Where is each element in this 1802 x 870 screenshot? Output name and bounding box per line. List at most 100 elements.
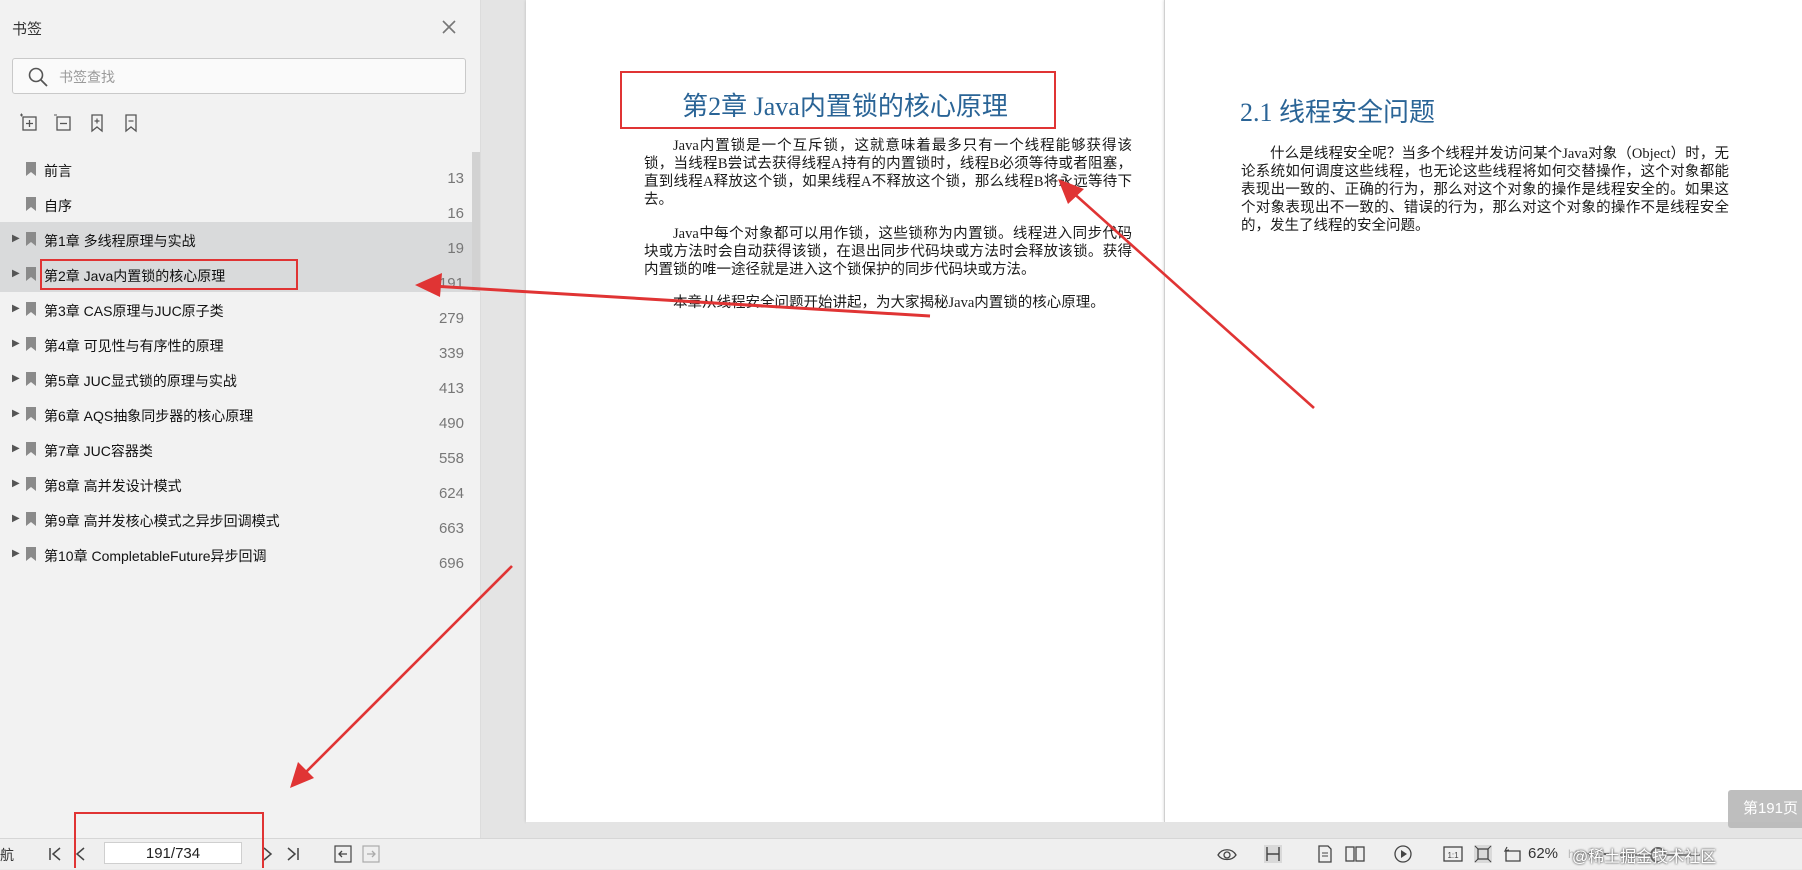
bookmark-item[interactable]: ▶ 第5章 JUC显式锁的原理与实战 413 xyxy=(0,362,472,397)
bookmark-item[interactable]: ▶ 第2章 Java内置锁的核心原理 191 xyxy=(0,257,472,292)
section-paragraph: 什么是线程安全呢？当多个线程并发访问某个Java对象（Object）时，无论系统… xyxy=(1241,146,1729,234)
sidebar-title: 书签 xyxy=(12,21,43,38)
bookmark-flag-icon xyxy=(26,547,36,561)
fit-page-icon xyxy=(1474,845,1492,863)
bookmark-item[interactable]: ▶ 第10章 CompletableFuture异步回调 696 xyxy=(0,537,472,572)
expand-arrow-icon[interactable]: ▶ xyxy=(12,409,20,419)
paragraph-1: Java内置锁是一个互斥锁，这就意味着最多只有一个线程能够获得该锁，当线程B尝试… xyxy=(644,138,1132,208)
expand-arrow-icon[interactable]: ▶ xyxy=(12,269,20,279)
bookmark-item[interactable]: 自序 16 xyxy=(0,187,472,222)
bookmark-page-number: 13 xyxy=(447,170,464,187)
bookmark-item[interactable]: ▶ 第7章 JUC容器类 558 xyxy=(0,432,472,467)
bookmark-flag-icon xyxy=(26,512,36,526)
bookmark-flag-icon xyxy=(26,407,36,421)
chevron-right-icon xyxy=(263,847,273,861)
fit-width-button[interactable] xyxy=(1262,843,1284,865)
close-sidebar-button[interactable] xyxy=(436,14,462,40)
expand-arrow-icon[interactable]: ▶ xyxy=(12,514,20,524)
bookmark-flag-icon xyxy=(26,162,36,176)
bookmark-item[interactable]: ▶ 第3章 CAS原理与JUC原子类 279 xyxy=(0,292,472,327)
chevron-left-icon xyxy=(75,847,85,861)
sidebar-scrollbar[interactable] xyxy=(472,152,480,292)
fit-page-button[interactable] xyxy=(1472,843,1494,865)
bookmark-label: 第1章 多线程原理与实战 xyxy=(44,233,196,249)
bookmark-search-input[interactable] xyxy=(57,65,451,89)
bookmark-item[interactable]: ▶ 第1章 多线程原理与实战 19 xyxy=(0,222,472,257)
bookmark-search[interactable] xyxy=(12,58,466,94)
page-number-badge: 第191页 xyxy=(1728,790,1802,828)
bookmark-item[interactable]: ▶ 第4章 可见性与有序性的原理 339 xyxy=(0,327,472,362)
bookmark-label: 第5章 JUC显式锁的原理与实战 xyxy=(44,373,237,389)
last-page-button[interactable] xyxy=(282,843,304,865)
remove-bookmark-button[interactable] xyxy=(118,110,144,136)
double-page-icon xyxy=(1345,846,1365,862)
chapter-title: 第2章 Java内置锁的核心原理 xyxy=(682,92,1008,121)
expand-all-button[interactable] xyxy=(16,110,42,136)
expand-all-icon xyxy=(20,113,37,131)
collapse-all-icon xyxy=(54,114,71,131)
add-bookmark-icon xyxy=(91,114,103,133)
actual-size-icon: 1:1 xyxy=(1443,846,1463,862)
expand-arrow-icon[interactable]: ▶ xyxy=(12,234,20,244)
bookmark-flag-icon xyxy=(26,337,36,351)
bookmark-page-number: 696 xyxy=(438,555,464,572)
expand-arrow-icon[interactable]: ▶ xyxy=(12,549,20,559)
bookmark-flag-icon xyxy=(26,232,36,246)
bookmark-flag-icon xyxy=(26,267,36,281)
forward-button[interactable] xyxy=(360,843,382,865)
back-button[interactable] xyxy=(332,843,354,865)
bookmark-label: 第2章 Java内置锁的核心原理 xyxy=(44,268,226,284)
watermark: @稀土掘金技术社区 xyxy=(1572,849,1717,866)
collapse-all-button[interactable] xyxy=(50,110,76,136)
bookmark-item[interactable]: ▶ 第6章 AQS抽象同步器的核心原理 490 xyxy=(0,397,472,432)
back-arrow-icon xyxy=(334,845,352,863)
bookmark-page-number: 191 xyxy=(438,275,464,292)
first-page-button[interactable] xyxy=(44,843,66,865)
expand-arrow-icon[interactable]: ▶ xyxy=(12,444,20,454)
bookmark-label: 第4章 可见性与有序性的原理 xyxy=(44,338,224,354)
single-page-button[interactable] xyxy=(1314,843,1336,865)
previous-page-button[interactable] xyxy=(70,843,92,865)
bookmark-page-number: 413 xyxy=(438,380,464,397)
actual-size-button[interactable]: 1:1 xyxy=(1442,843,1464,865)
bookmark-page-number: 558 xyxy=(438,450,464,467)
eye-icon xyxy=(1217,849,1237,861)
navigation-label: 航 xyxy=(0,847,14,863)
bookmark-flag-icon xyxy=(26,372,36,386)
bookmark-page-number: 16 xyxy=(447,205,464,222)
double-page-button[interactable] xyxy=(1344,843,1366,865)
play-button[interactable] xyxy=(1392,843,1414,865)
bookmark-page-number: 663 xyxy=(438,520,464,537)
bookmark-label: 第8章 高并发设计模式 xyxy=(44,478,182,494)
expand-arrow-icon[interactable]: ▶ xyxy=(12,374,20,384)
bookmark-item[interactable]: ▶ 第9章 高并发核心模式之异步回调模式 663 xyxy=(0,502,472,537)
rotate-button[interactable] xyxy=(1502,843,1524,865)
expand-arrow-icon[interactable]: ▶ xyxy=(12,479,20,489)
rotate-icon xyxy=(1503,846,1521,862)
status-bar: 航 1:1 62% h xyxy=(0,838,1802,869)
single-page-icon xyxy=(1318,845,1332,863)
play-icon xyxy=(1394,845,1412,863)
bookmark-page-number: 339 xyxy=(438,345,464,362)
bookmark-item[interactable]: 前言 13 xyxy=(0,152,472,187)
bookmark-page-number: 490 xyxy=(438,415,464,432)
bookmark-label: 第9章 高并发核心模式之异步回调模式 xyxy=(44,513,280,529)
add-bookmark-button[interactable] xyxy=(84,110,110,136)
bookmark-item[interactable]: ▶ 第8章 高并发设计模式 624 xyxy=(0,467,472,502)
expand-arrow-icon[interactable]: ▶ xyxy=(12,304,20,314)
bookmark-flag-icon xyxy=(26,302,36,316)
last-page-icon xyxy=(287,847,299,861)
forward-arrow-icon xyxy=(362,845,380,863)
paragraph-3: 本章从线程安全问题开始讲起，为大家揭秘Java内置锁的核心原理。 xyxy=(673,295,1105,311)
page-number-input[interactable] xyxy=(104,842,242,864)
eye-care-button[interactable] xyxy=(1216,843,1238,865)
document-view[interactable]: 第2章 Java内置锁的核心原理 Java内置锁是一个互斥锁，这就意味着最多只有… xyxy=(481,0,1802,838)
page-gap xyxy=(526,822,1802,838)
svg-text:1:1: 1:1 xyxy=(1447,851,1459,860)
document-page-right: 2.1 线程安全问题 什么是线程安全呢？当多个线程并发访问某个Java对象（Ob… xyxy=(1164,0,1802,822)
close-icon xyxy=(442,20,456,34)
zoom-level[interactable]: 62% xyxy=(1528,845,1558,862)
next-page-button[interactable] xyxy=(256,843,278,865)
expand-arrow-icon[interactable]: ▶ xyxy=(12,339,20,349)
bookmark-label: 第3章 CAS原理与JUC原子类 xyxy=(44,303,224,319)
